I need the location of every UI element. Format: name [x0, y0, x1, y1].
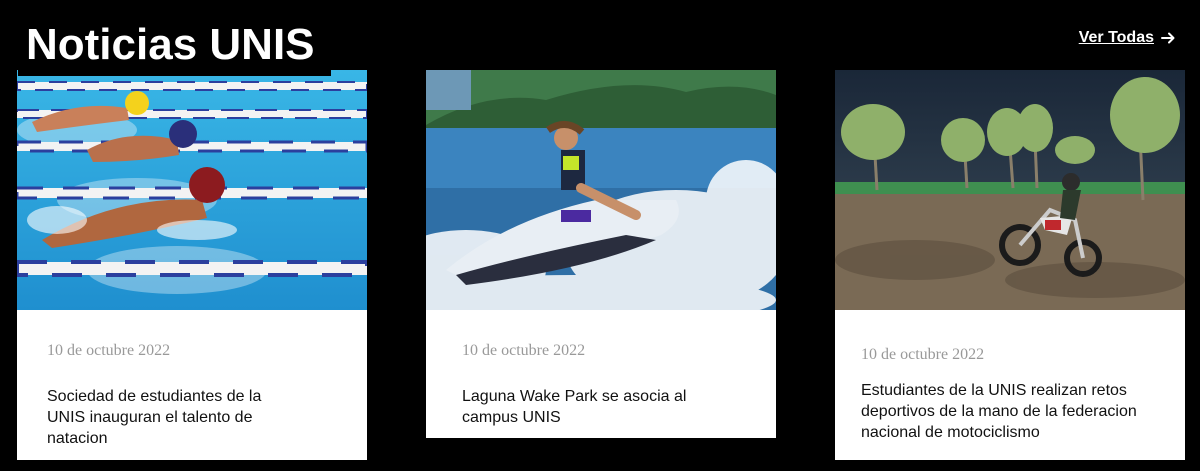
news-card-date: 10 de octubre 2022	[861, 346, 985, 363]
news-card-title[interactable]: Laguna Wake Park se asocia al campus UNI…	[462, 386, 732, 428]
view-all-link[interactable]: Ver Todas	[1079, 29, 1176, 47]
news-card-2[interactable]: 10 de octubre 2022 Laguna Wake Park se a…	[426, 70, 776, 438]
section-title: Noticias UNIS	[18, 14, 331, 76]
view-all-label: Ver Todas	[1078, 29, 1154, 46]
jet-ski-image	[426, 70, 776, 310]
news-card-title[interactable]: Sociedad de estudiantes de la UNIS inaug…	[47, 386, 297, 449]
news-card-3[interactable]: 10 de octubre 2022 Estudiantes de la UNI…	[835, 70, 1185, 460]
swimmers-butterfly-image	[17, 70, 367, 310]
news-card-date: 10 de octubre 2022	[462, 342, 586, 359]
news-card-1[interactable]: 10 de octubre 2022 Sociedad de estudiant…	[17, 70, 367, 460]
news-card-image[interactable]	[17, 70, 367, 310]
motocross-night-image	[835, 70, 1185, 310]
news-card-image[interactable]	[426, 70, 776, 310]
news-card-date: 10 de octubre 2022	[47, 342, 171, 359]
news-card-title[interactable]: Estudiantes de la UNIS realizan retos de…	[861, 380, 1151, 443]
news-section: Noticias UNIS Ver Todas 10 de octubre 20…	[0, 0, 1200, 471]
news-card-image[interactable]	[835, 70, 1185, 310]
arrow-right-icon	[1160, 30, 1176, 46]
